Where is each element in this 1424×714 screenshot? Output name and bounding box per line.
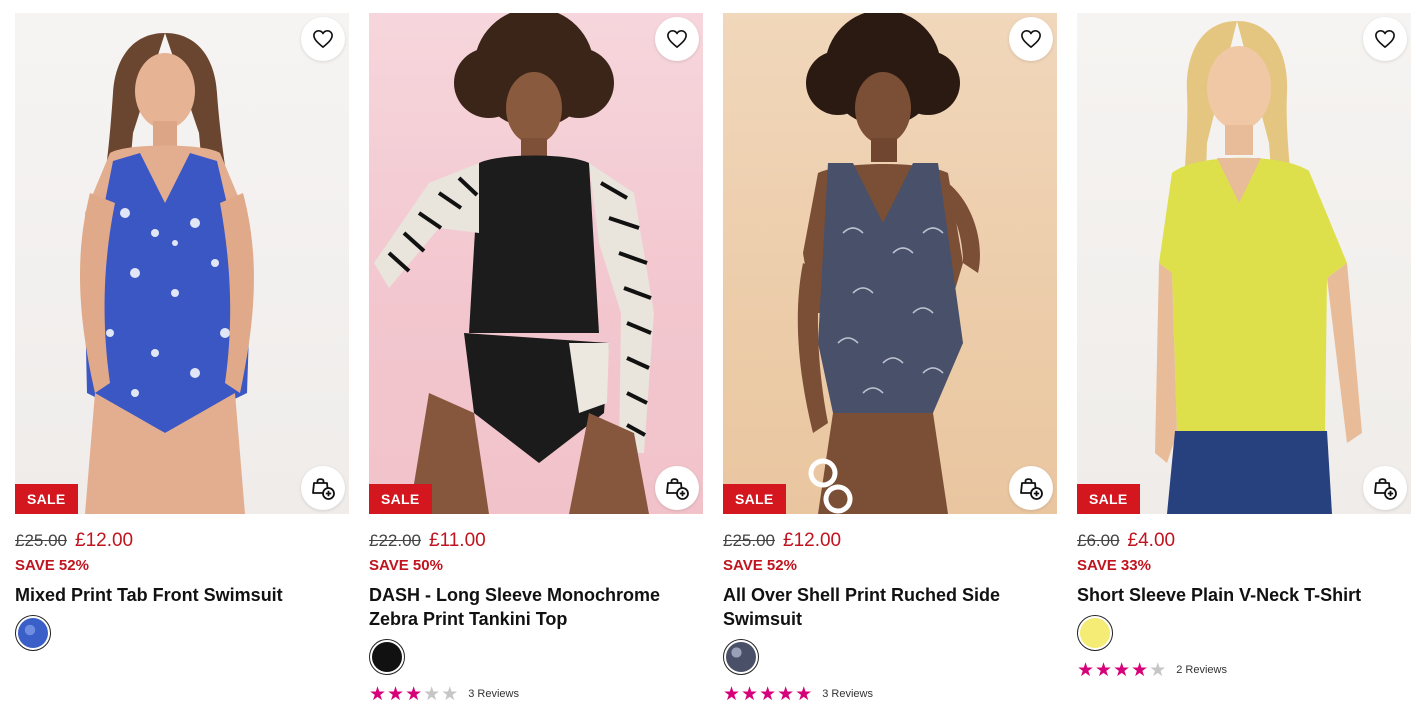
star-icon: ★	[423, 683, 441, 705]
product-title[interactable]: DASH - Long Sleeve Monochrome Zebra Prin…	[369, 583, 703, 631]
star-icon: ★	[1149, 659, 1167, 681]
heart-icon	[1375, 30, 1395, 48]
save-label: SAVE 52%	[723, 557, 797, 574]
product-photo	[1155, 21, 1362, 514]
wishlist-button[interactable]	[301, 17, 345, 61]
heart-icon	[1021, 30, 1041, 48]
quick-add-button[interactable]	[301, 466, 345, 510]
was-price: £25.00	[15, 531, 67, 550]
now-price: £4.00	[1127, 530, 1176, 551]
reviews-link[interactable]: 2 Reviews	[1176, 664, 1227, 676]
product-image[interactable]: SALE	[369, 13, 703, 514]
quick-add-button[interactable]	[1363, 466, 1407, 510]
heart-icon	[667, 30, 687, 48]
star-icon: ★	[1131, 659, 1149, 681]
swatch-dot	[1080, 618, 1110, 648]
product-grid: SALE £25.00 £12.00 SAVE 52% Mixed Print …	[0, 0, 1424, 714]
swatch-dot	[372, 642, 402, 672]
quick-add-button[interactable]	[1009, 466, 1053, 510]
product-title[interactable]: Mixed Print Tab Front Swimsuit	[15, 583, 349, 607]
star-icon: ★	[387, 683, 405, 705]
bag-plus-icon	[312, 478, 335, 500]
price-row: £22.00 £11.00	[369, 530, 703, 556]
sale-badge: SALE	[369, 484, 432, 514]
colour-swatch[interactable]	[1077, 615, 1113, 651]
product-image[interactable]: SALE	[723, 13, 1057, 514]
product-card[interactable]: SALE £25.00 £12.00 SAVE 52% All Over She…	[723, 13, 1057, 705]
bag-plus-icon	[1020, 478, 1043, 500]
rating-row: ★ ★ ★ ★ ★ 3 Reviews	[369, 683, 703, 705]
now-price: £11.00	[429, 530, 486, 551]
price-row: £25.00 £12.00	[723, 530, 1057, 556]
bag-plus-icon	[666, 478, 689, 500]
now-price: £12.00	[75, 530, 134, 551]
price-row: £6.00 £4.00	[1077, 530, 1411, 556]
wishlist-button[interactable]	[1009, 17, 1053, 61]
product-title[interactable]: All Over Shell Print Ruched Side Swimsui…	[723, 583, 1057, 631]
colour-swatch[interactable]	[723, 639, 759, 675]
rating-row: ★ ★ ★ ★ ★ 2 Reviews	[1077, 659, 1411, 681]
was-price: £22.00	[369, 531, 421, 550]
star-rating: ★ ★ ★ ★ ★	[723, 685, 812, 704]
colour-swatch[interactable]	[369, 639, 405, 675]
save-label: SAVE 52%	[15, 557, 89, 574]
sale-badge: SALE	[723, 484, 786, 514]
product-card[interactable]: SALE £22.00 £11.00 SAVE 50% DASH - Long …	[369, 13, 703, 705]
product-card[interactable]: SALE £25.00 £12.00 SAVE 52% Mixed Print …	[15, 13, 349, 651]
sale-badge: SALE	[1077, 484, 1140, 514]
now-price: £12.00	[783, 530, 842, 551]
product-photo	[79, 33, 254, 514]
sale-badge: SALE	[15, 484, 78, 514]
product-image[interactable]: SALE	[15, 13, 349, 514]
was-price: £25.00	[723, 531, 775, 550]
reviews-link[interactable]: 3 Reviews	[468, 688, 519, 700]
product-card[interactable]: SALE £6.00 £4.00 SAVE 33% Short Sleeve P…	[1077, 13, 1411, 681]
wishlist-button[interactable]	[655, 17, 699, 61]
star-icon: ★	[741, 683, 759, 705]
swatch-dot	[726, 642, 756, 672]
star-icon: ★	[1095, 659, 1113, 681]
star-icon: ★	[1077, 659, 1095, 681]
star-icon: ★	[777, 683, 795, 705]
colour-swatch[interactable]	[15, 615, 51, 651]
reviews-link[interactable]: 3 Reviews	[822, 688, 873, 700]
product-photo	[374, 13, 654, 514]
star-icon: ★	[441, 683, 459, 705]
wishlist-button[interactable]	[1363, 17, 1407, 61]
was-price: £6.00	[1077, 531, 1120, 550]
product-title[interactable]: Short Sleeve Plain V-Neck T-Shirt	[1077, 583, 1411, 607]
save-label: SAVE 33%	[1077, 557, 1151, 574]
star-icon: ★	[405, 683, 423, 705]
star-rating: ★ ★ ★ ★ ★	[1077, 661, 1166, 680]
product-photo	[797, 13, 980, 514]
star-rating: ★ ★ ★ ★ ★	[369, 685, 458, 704]
star-icon: ★	[795, 683, 813, 705]
star-icon: ★	[369, 683, 387, 705]
swatch-dot	[18, 618, 48, 648]
quick-add-button[interactable]	[655, 466, 699, 510]
price-row: £25.00 £12.00	[15, 530, 349, 556]
save-label: SAVE 50%	[369, 557, 443, 574]
rating-row: ★ ★ ★ ★ ★ 3 Reviews	[723, 683, 1057, 705]
bag-plus-icon	[1374, 478, 1397, 500]
star-icon: ★	[759, 683, 777, 705]
product-image[interactable]: SALE	[1077, 13, 1411, 514]
heart-icon	[313, 30, 333, 48]
star-icon: ★	[723, 683, 741, 705]
star-icon: ★	[1113, 659, 1131, 681]
